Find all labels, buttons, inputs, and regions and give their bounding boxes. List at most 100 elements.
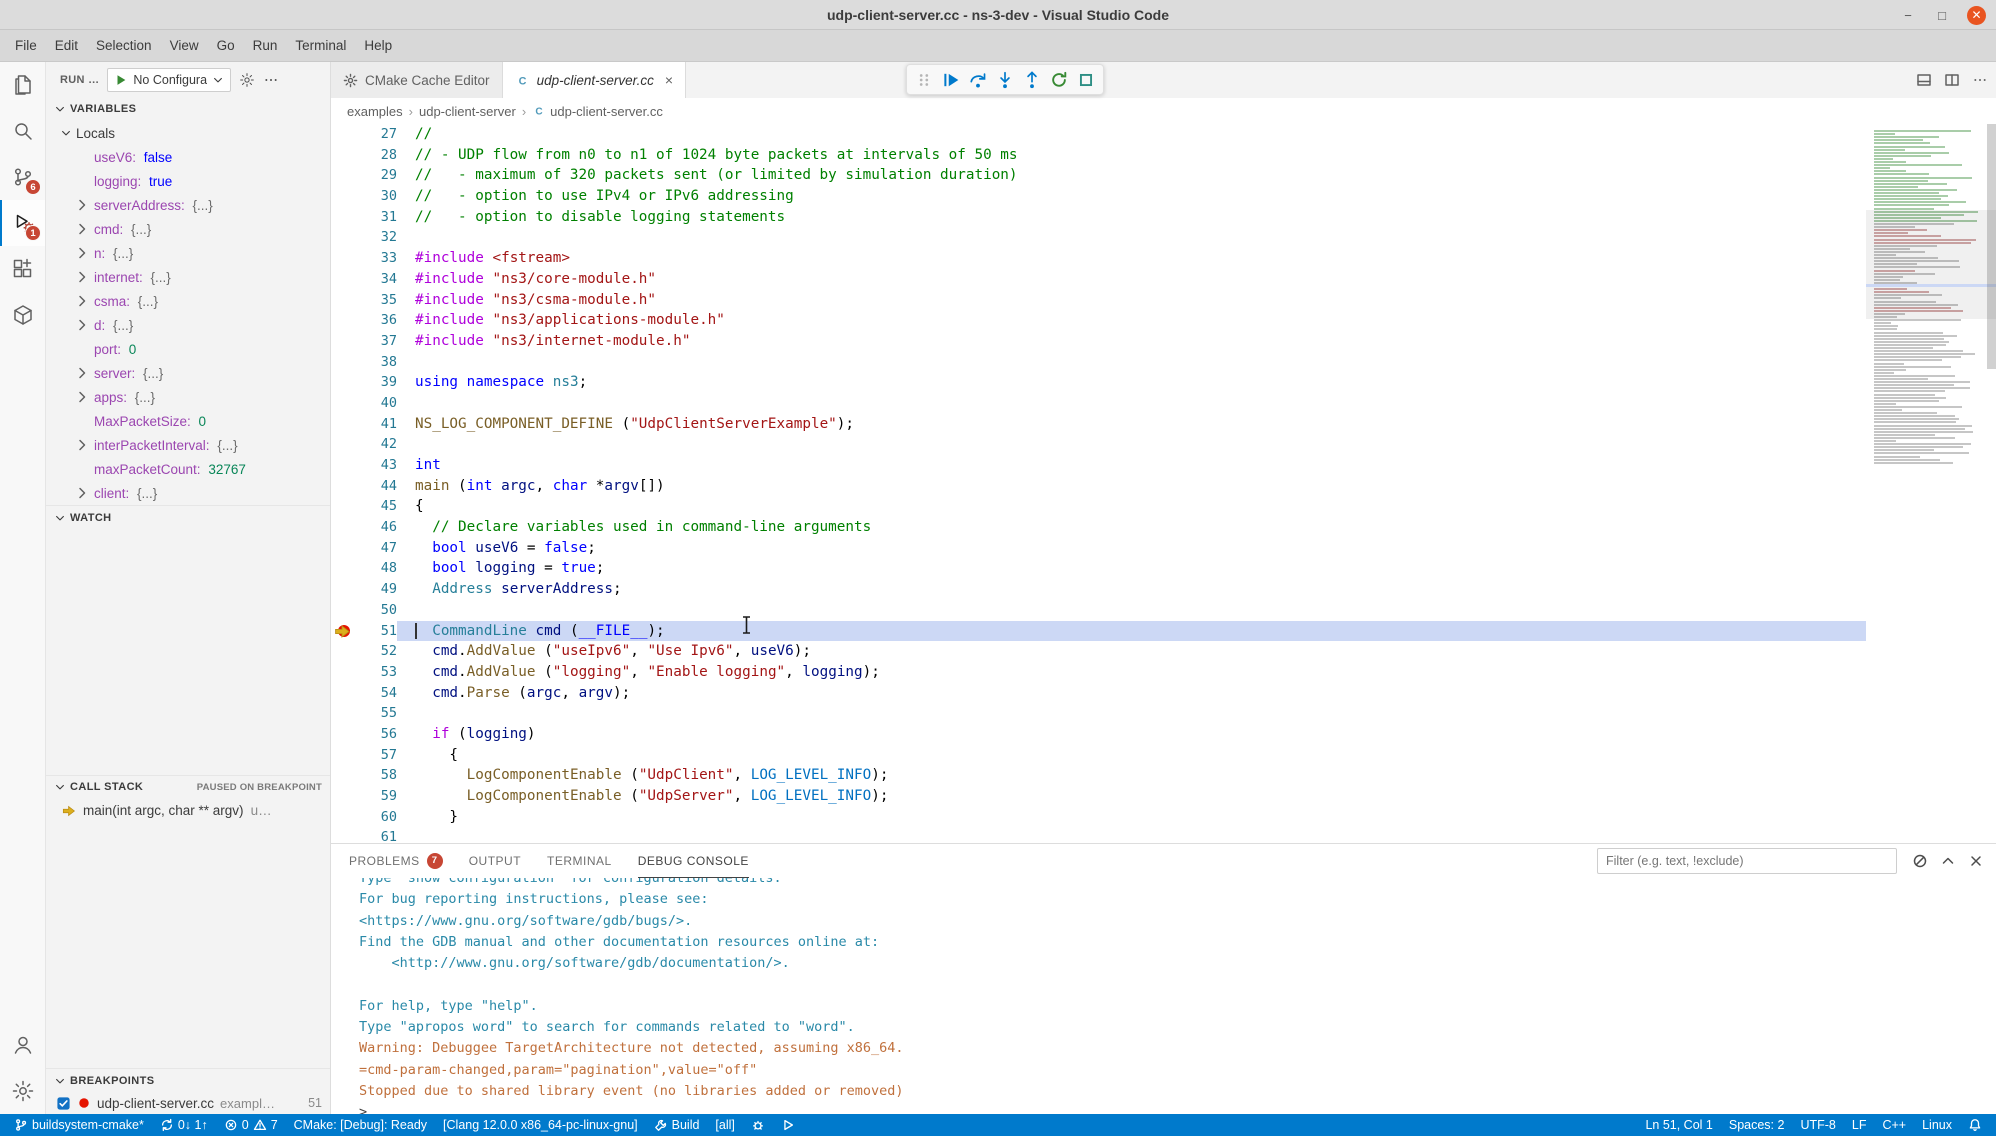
panel-tab-problems[interactable]: PROBLEMS7 — [349, 844, 443, 878]
more-actions-icon[interactable] — [1972, 72, 1988, 88]
line-number[interactable]: 44 — [359, 476, 397, 497]
maximize-button[interactable]: □ — [1933, 6, 1951, 24]
breakpoint-margin[interactable] — [331, 476, 359, 497]
chevron-right-icon[interactable] — [74, 269, 90, 285]
more-actions-icon[interactable] — [263, 72, 279, 88]
code-viewport[interactable]: 27//28// - UDP flow from n0 to n1 of 102… — [331, 124, 1866, 843]
code-line[interactable]: 37#include "ns3/internet-module.h" — [331, 331, 1866, 352]
code-line[interactable]: 45{ — [331, 496, 1866, 517]
breakpoint-margin[interactable] — [331, 124, 359, 145]
code-line[interactable]: 44main (int argc, char *argv[]) — [331, 476, 1866, 497]
close-button[interactable]: ✕ — [1967, 6, 1986, 25]
menu-selection[interactable]: Selection — [87, 30, 161, 62]
code-line[interactable]: 29// - maximum of 320 packets sent (or l… — [331, 165, 1866, 186]
breakpoint-margin[interactable] — [331, 827, 359, 843]
console-prompt[interactable]: > — [359, 1102, 1996, 1114]
chevron-down-icon[interactable] — [60, 127, 72, 139]
status-build[interactable]: Build — [646, 1114, 708, 1136]
variable-row[interactable]: client: {...} — [46, 481, 330, 505]
line-number[interactable]: 59 — [359, 786, 397, 807]
breakpoint-margin[interactable] — [331, 683, 359, 704]
breakpoint-margin[interactable] — [331, 496, 359, 517]
code-line[interactable]: 51 CommandLine cmd (__FILE__); — [331, 621, 1866, 642]
breakpoint-margin[interactable] — [331, 145, 359, 166]
line-number[interactable]: 42 — [359, 434, 397, 455]
code-line[interactable]: 34#include "ns3/core-module.h" — [331, 269, 1866, 290]
checkbox-checked-icon[interactable] — [56, 1096, 71, 1111]
debug-config-dropdown[interactable]: No Configura — [107, 68, 231, 92]
code-line[interactable]: 41NS_LOG_COMPONENT_DEFINE ("UdpClientSer… — [331, 414, 1866, 435]
breakpoint-margin[interactable] — [331, 393, 359, 414]
tab-cmake-cache-editor[interactable]: CMake Cache Editor — [331, 62, 503, 98]
status-clang-12-0-0-x86-64-pc-linux-gnu[interactable]: [Clang 12.0.0 x86_64-pc-linux-gnu] — [435, 1114, 646, 1136]
split-editor-icon[interactable] — [1944, 72, 1960, 88]
code-line[interactable]: 55 — [331, 703, 1866, 724]
code-line[interactable]: 36#include "ns3/applications-module.h" — [331, 310, 1866, 331]
code-line[interactable]: 40 — [331, 393, 1866, 414]
line-number[interactable]: 61 — [359, 827, 397, 843]
status-c[interactable]: C++ — [1874, 1114, 1914, 1136]
variable-row[interactable]: maxPacketCount: 32767 — [46, 457, 330, 481]
variable-row[interactable]: apps: {...} — [46, 385, 330, 409]
line-number[interactable]: 46 — [359, 517, 397, 538]
line-number[interactable]: 45 — [359, 496, 397, 517]
call-stack-section-header[interactable]: CALL STACK PAUSED ON BREAKPOINT — [46, 775, 330, 799]
code-line[interactable]: 57 { — [331, 745, 1866, 766]
code-line[interactable]: 50 — [331, 600, 1866, 621]
status-bug-icon[interactable] — [743, 1114, 773, 1136]
code-line[interactable]: 42 — [331, 434, 1866, 455]
menu-terminal[interactable]: Terminal — [286, 30, 355, 62]
status-buildsystem-cmake[interactable]: buildsystem-cmake* — [6, 1114, 152, 1136]
code-line[interactable]: 47 bool useV6 = false; — [331, 538, 1866, 559]
breakpoint-margin[interactable] — [331, 724, 359, 745]
chevron-right-icon[interactable] — [74, 437, 90, 453]
line-number[interactable]: 35 — [359, 290, 397, 311]
activity-test-explorer-icon[interactable] — [0, 292, 45, 338]
code-line[interactable]: 33#include <fstream> — [331, 248, 1866, 269]
line-number[interactable]: 32 — [359, 227, 397, 248]
activity-account-icon[interactable] — [0, 1022, 45, 1068]
code-line[interactable]: 38 — [331, 352, 1866, 373]
chevron-right-icon[interactable] — [74, 317, 90, 333]
breakpoint-margin[interactable] — [331, 434, 359, 455]
breakpoint-margin[interactable] — [331, 538, 359, 559]
code-line[interactable]: 60 } — [331, 807, 1866, 828]
status-lf[interactable]: LF — [1844, 1114, 1875, 1136]
code-line[interactable]: 43int — [331, 455, 1866, 476]
debug-console[interactable]: Type "show configuration" for configurat… — [331, 878, 1996, 1114]
code-line[interactable]: 54 cmd.Parse (argc, argv); — [331, 683, 1866, 704]
status-0-1[interactable]: 0↓ 1↑ — [152, 1114, 216, 1136]
variable-row[interactable]: port: 0 — [46, 337, 330, 361]
status-0[interactable]: 07 — [216, 1114, 286, 1136]
breakpoint-margin[interactable] — [331, 269, 359, 290]
line-number[interactable]: 48 — [359, 558, 397, 579]
chevron-right-icon[interactable] — [74, 485, 90, 501]
activity-source-control-icon[interactable]: 6 — [0, 154, 45, 200]
code-line[interactable]: 28// - UDP flow from n0 to n1 of 1024 by… — [331, 145, 1866, 166]
breakpoint-margin[interactable] — [331, 372, 359, 393]
breakpoint-margin[interactable] — [331, 290, 359, 311]
breakpoint-margin[interactable] — [331, 414, 359, 435]
stack-frame-row[interactable]: main(int argc, char ** argv)u… — [46, 799, 330, 823]
breakpoint-margin[interactable] — [331, 558, 359, 579]
close-icon[interactable] — [1968, 853, 1984, 869]
chevron-right-icon[interactable] — [74, 293, 90, 309]
watch-section-header[interactable]: WATCH — [46, 505, 330, 529]
breakpoint-margin[interactable] — [331, 600, 359, 621]
breakpoint-margin[interactable] — [331, 186, 359, 207]
start-debugging-icon[interactable] — [114, 73, 128, 87]
gear-icon[interactable] — [239, 72, 255, 88]
variable-row[interactable]: MaxPacketSize: 0 — [46, 409, 330, 433]
activity-extensions-icon[interactable] — [0, 246, 45, 292]
breadcrumb-item[interactable]: udp-client-server — [419, 104, 516, 119]
code-line[interactable]: 58 LogComponentEnable ("UdpClient", LOG_… — [331, 765, 1866, 786]
code-line[interactable]: 59 LogComponentEnable ("UdpServer", LOG_… — [331, 786, 1866, 807]
breakpoint-margin[interactable] — [331, 765, 359, 786]
line-number[interactable]: 60 — [359, 807, 397, 828]
line-number[interactable]: 37 — [359, 331, 397, 352]
breakpoint-margin[interactable] — [331, 207, 359, 228]
line-number[interactable]: 43 — [359, 455, 397, 476]
line-number[interactable]: 58 — [359, 765, 397, 786]
restart-icon[interactable] — [1050, 71, 1068, 89]
clear-console-icon[interactable] — [1912, 853, 1928, 869]
